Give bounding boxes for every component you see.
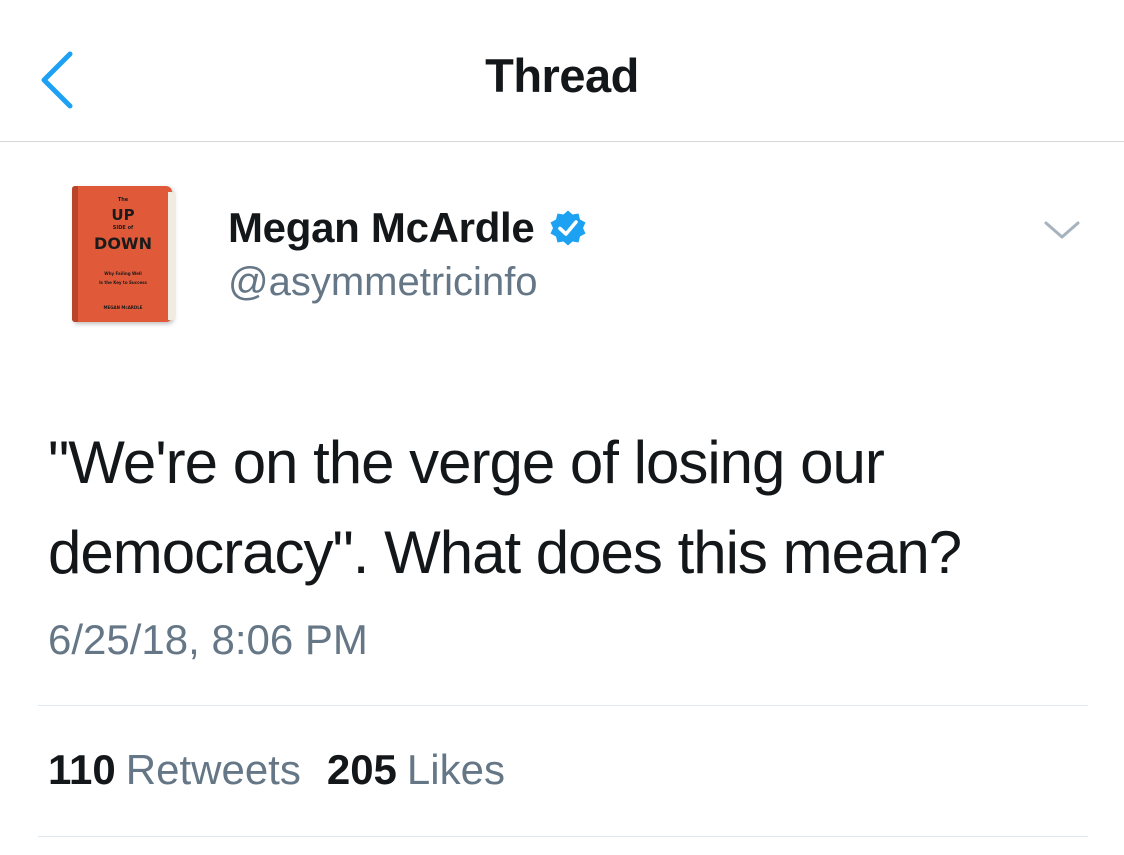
avatar-book-text: DOWN <box>94 234 152 253</box>
avatar-book-text: The <box>117 197 129 203</box>
tweet-timestamp: 6/25/18, 8:06 PM <box>48 616 368 663</box>
likes-count: 205 <box>326 746 397 793</box>
avatar-book-spine <box>72 186 78 322</box>
divider <box>38 836 1088 837</box>
retweets-count: 110 <box>48 746 116 793</box>
chevron-down-icon <box>1044 221 1080 239</box>
avatar-book-text: Is the Key to Success <box>99 280 147 285</box>
display-name-row: Megan McArdle <box>228 200 589 256</box>
divider <box>38 705 1088 706</box>
display-name[interactable]: Megan McArdle <box>228 204 535 252</box>
user-handle[interactable]: @asymmetricinfo <box>228 260 589 305</box>
avatar-book-text: SIDE of <box>112 225 134 231</box>
avatar-book-text: UP <box>111 206 135 224</box>
tweet-text: "We're on the verge of losing our democr… <box>48 429 962 586</box>
avatar-book-pages <box>168 192 176 320</box>
avatar-book-text: MEGAN McARDLE <box>103 305 143 310</box>
avatar-book-text: Why Failing Well <box>104 271 142 276</box>
tweet-menu-button[interactable] <box>1040 215 1084 245</box>
likes-stat[interactable]: 205 Likes <box>327 746 505 794</box>
avatar[interactable]: The UP SIDE of DOWN Why Failing Well Is … <box>64 180 182 330</box>
retweets-label: Retweets <box>125 746 301 793</box>
retweets-stat[interactable]: 110 Retweets <box>48 746 301 794</box>
page-title: Thread <box>485 49 639 102</box>
stats-row: 110 Retweets 205 Likes <box>48 746 505 794</box>
nav-bar: Thread <box>0 0 1124 142</box>
verified-badge-icon <box>547 207 589 249</box>
likes-label: Likes <box>406 746 505 793</box>
author-info: Megan McArdle @asymmetricinfo <box>228 200 589 305</box>
